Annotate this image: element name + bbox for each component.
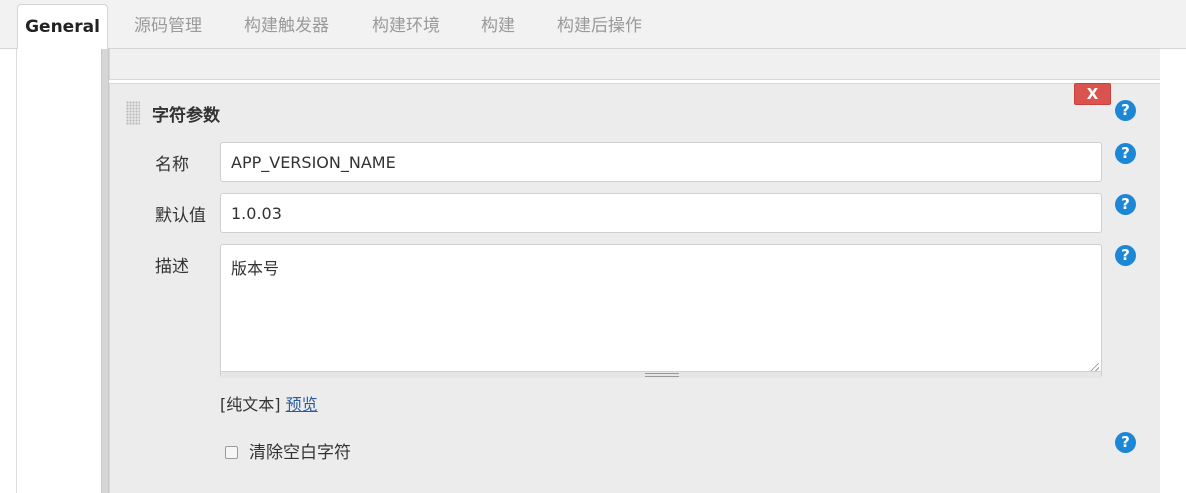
preview-link[interactable]: 预览	[286, 395, 318, 414]
help-icon[interactable]: ?	[1115, 194, 1136, 215]
trim-whitespace-label: 清除空白字符	[249, 443, 351, 463]
description-textarea[interactable]: 版本号	[221, 245, 1101, 369]
section-rail	[101, 49, 109, 493]
tab-build-environment[interactable]: 构建环境	[372, 0, 440, 49]
string-parameter-panel: 字符参数 X 名称 默认值 描述 版本号 [纯文本] 预览 清除空白字符	[109, 83, 1161, 493]
default-value-input[interactable]	[220, 193, 1102, 233]
drag-handle-icon[interactable]	[126, 101, 140, 125]
default-value-label: 默认值	[155, 206, 206, 226]
textarea-resize-bar[interactable]	[221, 371, 1101, 378]
tab-general[interactable]: General	[17, 4, 108, 50]
config-frame: 字符参数 X 名称 默认值 描述 版本号 [纯文本] 预览 清除空白字符	[16, 49, 1184, 493]
parameter-title: 字符参数	[152, 106, 220, 126]
markup-format-line: [纯文本] 预览	[220, 391, 318, 415]
trim-whitespace-checkbox[interactable]	[225, 446, 238, 459]
name-label: 名称	[155, 155, 189, 175]
left-column	[17, 49, 102, 493]
tab-post-build[interactable]: 构建后操作	[557, 0, 642, 49]
tab-build[interactable]: 构建	[481, 0, 515, 49]
name-input[interactable]	[220, 142, 1102, 182]
description-field: 版本号	[220, 244, 1102, 378]
help-icon[interactable]: ?	[1115, 432, 1136, 453]
help-icon[interactable]: ?	[1115, 143, 1136, 164]
tab-build-triggers[interactable]: 构建触发器	[244, 0, 329, 49]
previous-section	[109, 49, 1161, 80]
help-icon[interactable]: ?	[1115, 245, 1136, 266]
plain-text-label: [纯文本]	[220, 395, 281, 414]
grip-icon	[645, 373, 679, 377]
delete-parameter-button[interactable]: X	[1074, 83, 1111, 105]
right-gutter	[1160, 49, 1186, 493]
tab-bar: General 源码管理 构建触发器 构建环境 构建 构建后操作	[0, 0, 1186, 50]
description-label: 描述	[155, 257, 189, 277]
help-icon[interactable]: ?	[1115, 100, 1136, 121]
tab-source-control[interactable]: 源码管理	[134, 0, 202, 49]
